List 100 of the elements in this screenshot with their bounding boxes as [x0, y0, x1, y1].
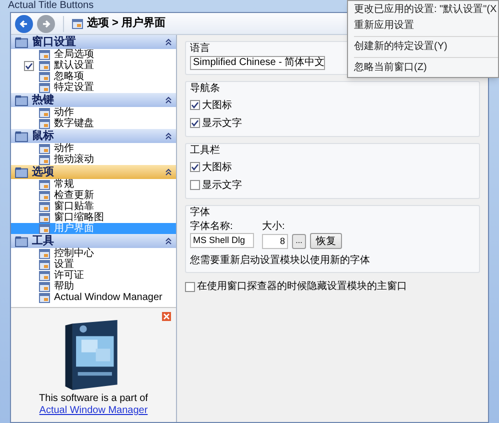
option-label: 大图标 [202, 160, 232, 174]
collapse-icon[interactable] [165, 38, 172, 46]
collapse-icon[interactable] [165, 237, 172, 245]
folder-icon [15, 236, 28, 246]
window-icon [39, 248, 50, 258]
sidebar-item[interactable]: 特定设置 [11, 82, 176, 93]
menu-item[interactable]: 创建新的特定设置(Y) [348, 39, 498, 55]
item-label: 默认设置 [54, 60, 94, 71]
option-label: 显示文字 [202, 178, 242, 192]
item-label: 特定设置 [54, 82, 94, 93]
back-button[interactable] [15, 14, 33, 32]
back-arrow-icon [19, 18, 29, 28]
group-title: 工具栏 [190, 144, 220, 158]
group-title: 字体 [190, 206, 210, 220]
item-label: 设置 [54, 259, 74, 270]
size-label: 大小: [262, 220, 286, 233]
sidebar-item[interactable]: 常规 [11, 179, 176, 190]
window-icon [39, 60, 50, 70]
sidebar-item[interactable]: 忽略项 [11, 71, 176, 82]
window-icon [39, 282, 50, 292]
window-icon [39, 154, 50, 164]
section-title: 工具 [32, 234, 54, 249]
group-title: 导航条 [190, 82, 220, 96]
window-title: Actual Title Buttons [8, 0, 94, 12]
folder-icon [15, 94, 28, 106]
window-icon [39, 260, 50, 270]
section-title: 窗口设置 [32, 34, 77, 48]
breadcrumb: 选项 > 用户界面 [87, 16, 166, 32]
menu-item[interactable]: 更改已应用的设置: "默认设置"(X [348, 2, 498, 18]
collapse-icon[interactable] [165, 132, 172, 140]
font-name-label: 字体名称: [190, 220, 234, 233]
checkbox[interactable] [190, 100, 200, 110]
section-title: 选项 [32, 164, 54, 180]
sidebar-item[interactable]: 动作 [11, 107, 176, 118]
item-label: 控制中心 [54, 248, 94, 259]
section-header[interactable]: 工具 [11, 234, 176, 248]
item-label: 窗口缩略图 [54, 212, 104, 223]
reset-button[interactable]: 恢复 [310, 233, 342, 249]
window-icon [72, 18, 83, 28]
window-icon [39, 72, 50, 82]
window-icon [39, 202, 50, 212]
checkbox[interactable] [24, 60, 34, 70]
forward-arrow-icon [41, 18, 51, 28]
menu-item[interactable]: 忽略当前窗口(Z) [348, 60, 498, 76]
collapse-icon[interactable] [165, 168, 172, 176]
forward-button[interactable] [37, 14, 55, 32]
menu-item[interactable]: 重新应用设置 [348, 18, 498, 34]
sidebar-item[interactable]: 许可证 [11, 270, 176, 281]
item-label: 数字键盘 [54, 118, 94, 129]
item-label: 检查更新 [54, 190, 94, 201]
item-label: Actual Window Manager [54, 292, 162, 303]
folder-icon [15, 130, 28, 142]
section-title: 鼠标 [32, 128, 54, 144]
sidebar-item[interactable]: 检查更新 [11, 190, 176, 201]
sidebar-item[interactable]: 默认设置 [11, 60, 176, 71]
close-icon[interactable] [162, 312, 171, 321]
checkbox[interactable] [190, 118, 200, 128]
checkbox[interactable] [190, 162, 200, 172]
product-link[interactable]: Actual Window Manager [39, 405, 148, 417]
item-label: 常规 [54, 179, 74, 190]
browse-button[interactable]: ... [292, 234, 306, 248]
group-title: 语言 [190, 42, 210, 56]
option-label: 大图标 [202, 98, 232, 112]
window-icon [39, 224, 50, 234]
item-label: 忽略项 [54, 71, 84, 82]
language-dropdown[interactable]: Simplified Chinese - 简体中文 [190, 56, 325, 70]
section-header[interactable]: 选项 [11, 165, 176, 179]
section-header[interactable]: 窗口设置 [11, 35, 176, 49]
window-icon [39, 144, 50, 154]
item-label: 动作 [54, 107, 74, 118]
sidebar-item[interactable]: 帮助 [11, 281, 176, 292]
size-field[interactable]: 8 [262, 234, 288, 248]
window-icon [39, 270, 50, 280]
checkbox[interactable] [190, 180, 200, 190]
sidebar-item[interactable]: 窗口贴靠 [11, 201, 176, 212]
section-header[interactable]: 热键 [11, 93, 176, 107]
item-label: 用户界面 [54, 223, 94, 234]
checkbox[interactable] [185, 282, 195, 292]
folder-icon [15, 166, 28, 178]
option-label: 显示文字 [202, 116, 242, 130]
sidebar-item[interactable]: 数字键盘 [11, 118, 176, 129]
window-icon [39, 50, 50, 60]
sidebar-item[interactable]: 拖动滚动 [11, 154, 176, 165]
window-icon [39, 190, 50, 200]
item-label: 拖动滚动 [54, 154, 94, 165]
sidebar-item[interactable]: 设置 [11, 259, 176, 270]
item-label: 全局选项 [54, 49, 94, 60]
font-name-field[interactable]: MS Shell Dlg [190, 233, 254, 248]
item-label: 帮助 [54, 281, 74, 292]
sidebar-item[interactable]: 动作 [11, 143, 176, 154]
sidebar-item[interactable]: 全局选项 [11, 49, 176, 60]
window-icon [39, 108, 50, 118]
item-label: 动作 [54, 143, 74, 154]
section-header[interactable]: 鼠标 [11, 129, 176, 143]
collapse-icon[interactable] [165, 96, 172, 104]
sidebar-item[interactable]: Actual Window Manager [11, 292, 176, 303]
sidebar-item[interactable]: 控制中心 [11, 248, 176, 259]
window-icon [39, 212, 50, 222]
sidebar-item[interactable]: 窗口缩略图 [11, 212, 176, 223]
item-label: 许可证 [54, 270, 84, 281]
